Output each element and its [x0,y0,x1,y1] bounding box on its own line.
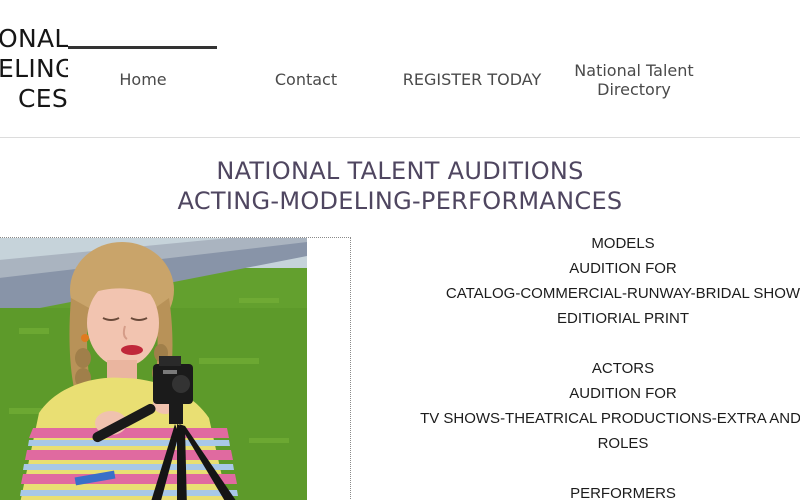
site-logo[interactable]: ONAL ELING CES [0,24,68,114]
nav-contact-link[interactable]: Contact [258,70,354,89]
actors-heading: ACTORS [591,360,655,377]
models-audition-label: AUDITION FOR [569,260,677,277]
nav-directory-link[interactable]: National Talent Directory [566,61,702,99]
page-title-line-2: ACTING-MODELING-PERFORMANCES [177,187,623,215]
models-heading: MODELS [591,235,655,252]
nav-home-link[interactable]: Home [100,70,186,89]
talent-photo [0,238,307,500]
page-title: NATIONAL TALENT AUDITIONS ACTING-MODELIN… [0,156,800,216]
page: ONAL ELING CES Home Contact REGISTER TOD… [0,0,800,500]
actors-categories-2: ROLES [597,435,649,452]
models-categories: CATALOG-COMMERCIAL-RUNWAY-BRIDAL SHOW [445,285,800,302]
actors-audition-label: AUDITION FOR [569,385,677,402]
logo-divider [68,46,217,49]
nav-register-link[interactable]: REGISTER TODAY [396,70,548,89]
page-title-line-1: NATIONAL TALENT AUDITIONS [216,157,584,185]
site-header: ONAL ELING CES Home Contact REGISTER TOD… [0,0,800,138]
logo-line-1: ONAL [0,24,68,53]
logo-line-3: CES [17,84,68,113]
models-categories-2: EDITIORIAL PRINT [557,310,689,327]
actors-categories: TV SHOWS-THEATRICAL PRODUCTIONS-EXTRA AN… [420,410,800,427]
audition-info: MODELS AUDITION FOR CATALOG-COMMERCIAL-R… [370,231,800,500]
photo-frame [0,237,351,500]
performers-heading: PERFORMERS [570,485,676,500]
logo-line-2: ELING [0,54,68,83]
